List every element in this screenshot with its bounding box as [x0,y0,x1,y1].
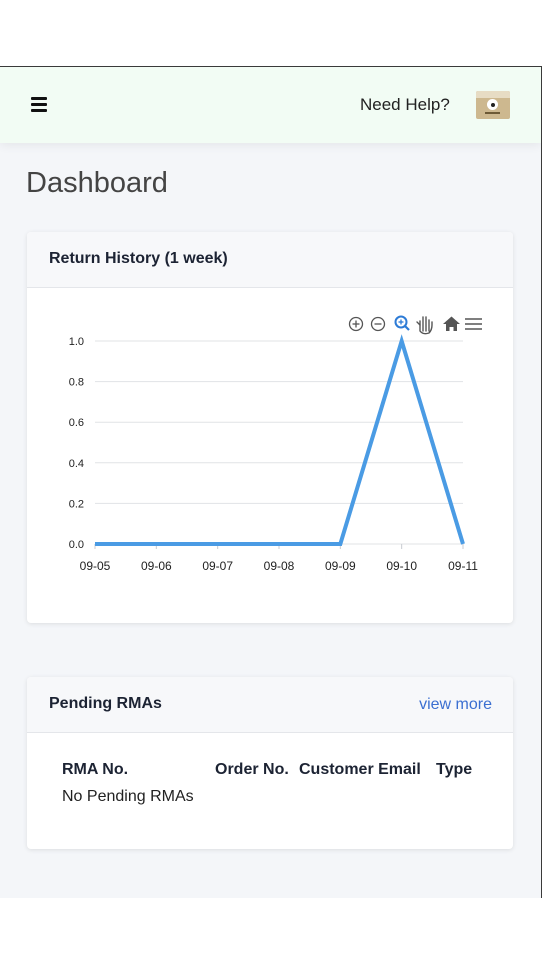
card-title: Pending RMAs [49,695,162,712]
column-header-type: Type [436,761,473,778]
x-tick-label: 09-06 [141,559,172,573]
selection-zoom-icon[interactable] [394,315,410,331]
x-tick-label: 09-09 [325,559,356,573]
need-help-link[interactable]: Need Help? [360,95,450,115]
zoom-out-icon[interactable] [370,316,386,332]
app-window: Need Help? Dashboard Return History (1 w… [0,66,542,898]
column-header-rma-no: RMA No. [62,761,129,778]
x-tick-label: 09-05 [80,559,111,573]
column-header-customer-email: Customer Email [299,761,421,778]
y-tick-label: 0.4 [69,458,84,470]
chart-toolbar [348,315,482,335]
hamburger-menu-icon[interactable] [31,97,47,112]
card-header: Pending RMAs view more [27,677,513,733]
return-history-card: Return History (1 week) 0.0 0.2 0.4 0.6 … [27,232,513,623]
x-tick-label: 09-10 [386,559,417,573]
pan-hand-icon[interactable] [416,316,433,335]
empty-state-message: No Pending RMAs [62,788,194,805]
pending-rmas-card: Pending RMAs view more RMA No. Order No.… [27,677,513,849]
y-tick-label: 0.2 [69,498,84,510]
y-tick-label: 0.6 [69,417,84,429]
page-title: Dashboard [26,167,168,199]
series-line [95,334,465,546]
chart-menu-icon[interactable] [465,318,482,330]
top-bar: Need Help? [0,67,541,143]
return-history-chart: 0.0 0.2 0.4 0.6 0.8 1.0 09-05 09-06 09-07 09-08 0… [69,315,482,573]
x-tick-label: 09-11 [448,559,478,573]
reset-zoom-home-icon[interactable] [443,316,460,332]
x-tick-label: 09-08 [264,559,295,573]
camera-avatar-icon[interactable] [476,91,510,119]
zoom-in-icon[interactable] [348,316,364,332]
y-tick-label: 0.0 [69,539,84,551]
y-tick-label: 0.8 [69,377,84,389]
y-tick-label: 1.0 [69,336,84,348]
x-tick-label: 09-07 [202,559,233,573]
column-header-order-no: Order No. [215,761,289,778]
view-more-link[interactable]: view more [419,696,492,714]
